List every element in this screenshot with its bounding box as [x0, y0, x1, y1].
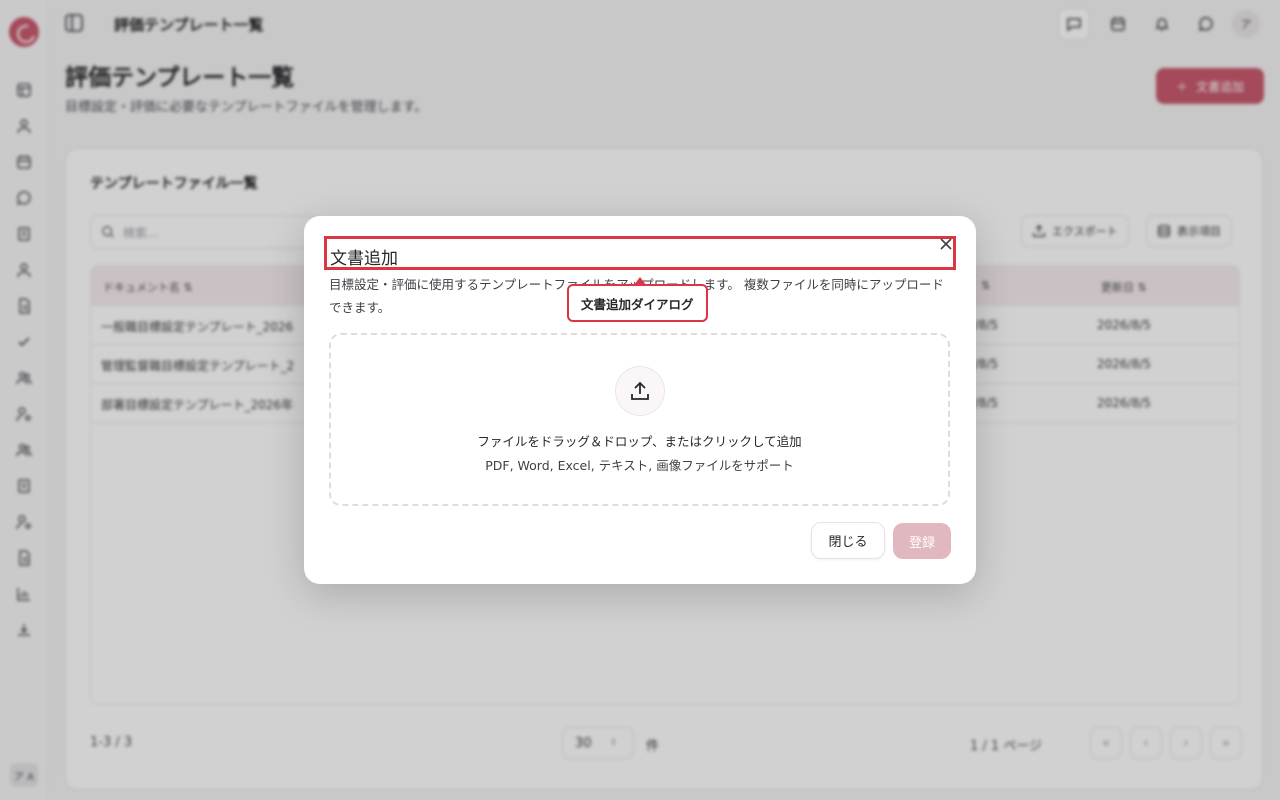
add-document-dialog: 文書追加 目標設定・評価に使用するテンプレートファイルをアップロードします。 複…	[304, 216, 976, 584]
file-dropzone[interactable]: ファイルをドラッグ＆ドロップ、またはクリックして追加 PDF, Word, Ex…	[329, 333, 950, 506]
close-button[interactable]: 閉じる	[811, 522, 885, 559]
register-button[interactable]: 登録	[893, 523, 951, 559]
dropzone-instruction: ファイルをドラッグ＆ドロップ、またはクリックして追加	[477, 434, 802, 449]
dropzone-supported-types: PDF, Word, Excel, テキスト, 画像ファイルをサポート	[485, 458, 794, 473]
dialog-title: 文書追加	[324, 236, 956, 270]
annotation-callout: 文書追加ダイアログ	[567, 284, 708, 322]
upload-icon	[615, 366, 665, 416]
close-icon[interactable]	[938, 236, 954, 252]
